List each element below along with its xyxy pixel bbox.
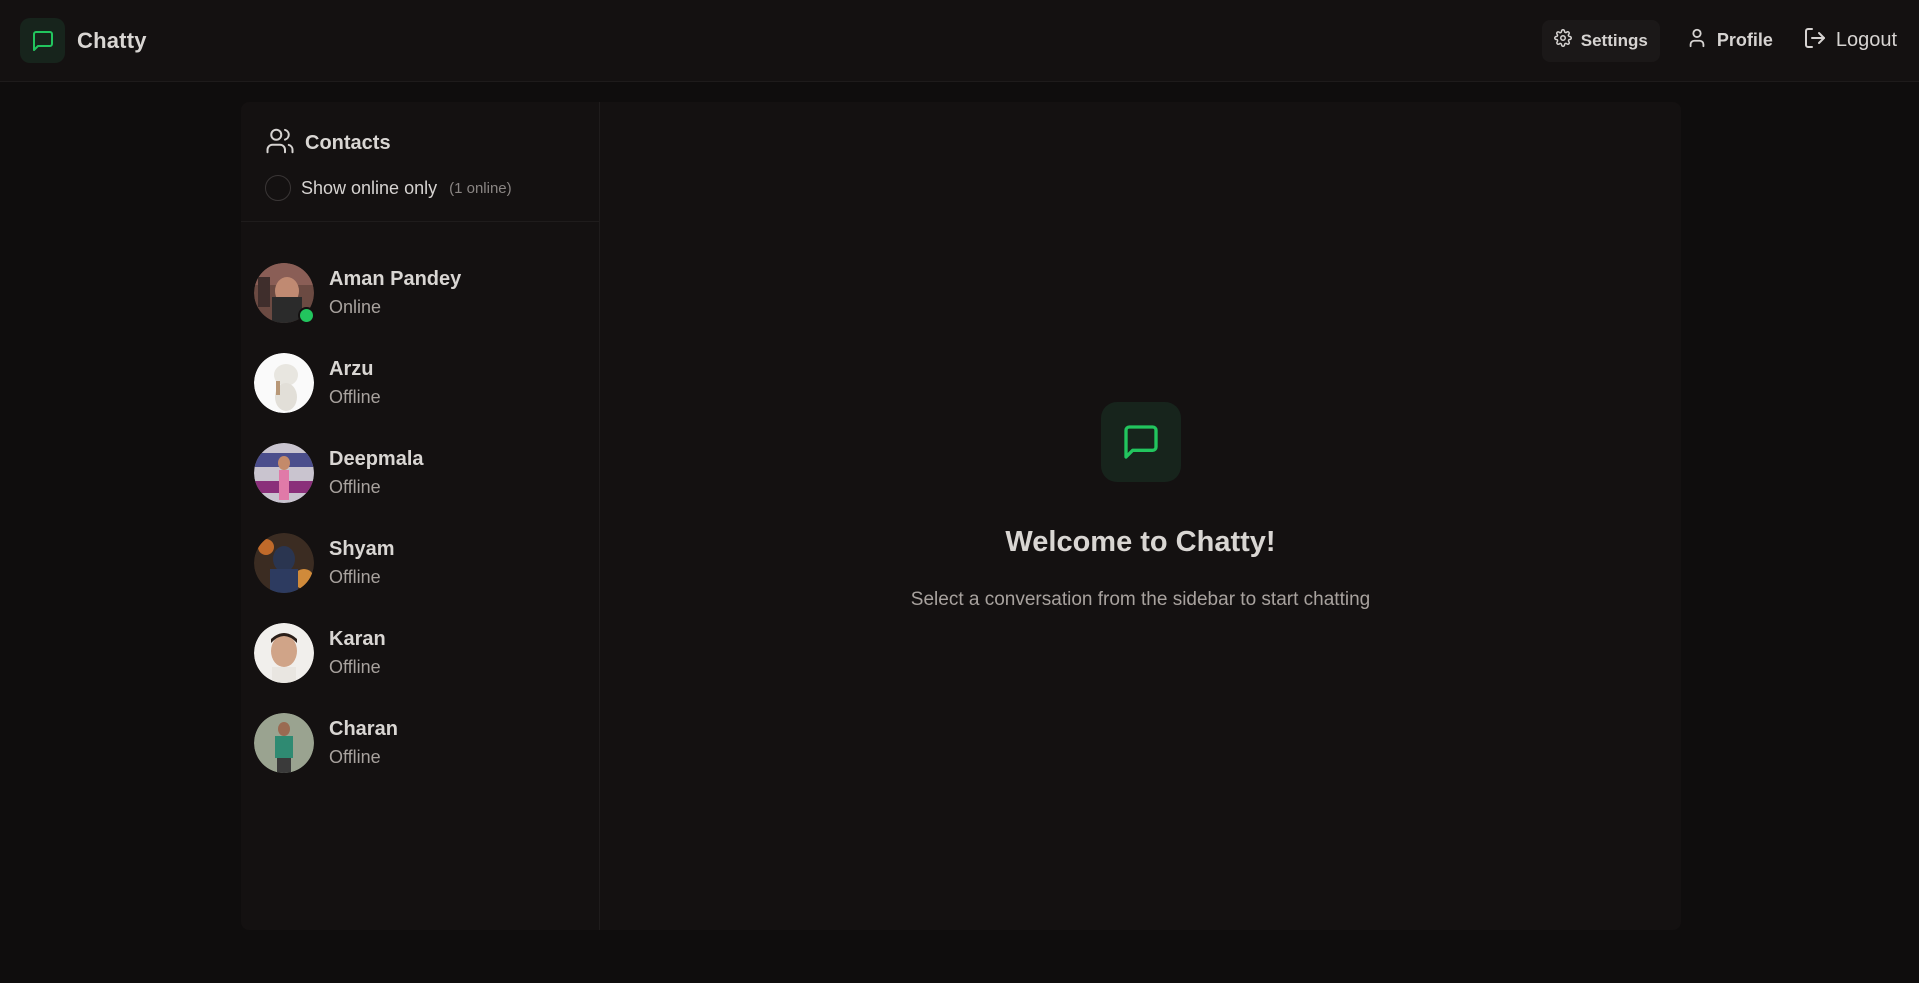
gear-icon (1553, 29, 1572, 52)
avatar (254, 353, 314, 413)
contact-item[interactable]: Shyam Offline (241, 518, 599, 608)
contact-info: Shyam Offline (329, 538, 395, 588)
show-online-checkbox[interactable] (265, 175, 291, 201)
contacts-title: Contacts (305, 132, 391, 154)
contact-status: Offline (329, 387, 381, 407)
contact-name: Shyam (329, 538, 395, 560)
settings-label: Settings (1580, 30, 1648, 50)
chat-bubble-icon (1100, 402, 1181, 482)
contact-status: Offline (329, 567, 381, 587)
contact-name: Aman Pandey (329, 268, 462, 290)
online-indicator (298, 307, 315, 324)
sidebar-header: Contacts Show online only (1 online) (241, 102, 599, 222)
avatar (254, 533, 314, 593)
settings-button[interactable]: Settings (1541, 19, 1660, 62)
contact-item[interactable]: Karan Offline (241, 608, 599, 698)
navbar: Chatty Settings Profile Logout (0, 0, 1919, 82)
contacts-heading: Contacts (265, 126, 579, 161)
sidebar: Contacts Show online only (1 online) Ama… (241, 102, 600, 930)
logout-button[interactable]: Logout (1799, 20, 1901, 62)
contact-name: Karan (329, 628, 386, 650)
contact-status: Online (329, 297, 382, 317)
profile-button[interactable]: Profile (1674, 20, 1785, 62)
avatar (254, 263, 315, 324)
contact-info: Deepmala Offline (329, 448, 424, 498)
contact-name: Charan (329, 718, 398, 740)
profile-label: Profile (1716, 30, 1773, 50)
contact-info: Arzu Offline (329, 358, 381, 408)
avatar (254, 623, 314, 683)
nav-actions: Settings Profile Logout (1541, 19, 1901, 62)
contact-status: Offline (329, 477, 381, 497)
users-icon (265, 126, 295, 161)
logout-icon (1803, 26, 1827, 56)
contact-item[interactable]: Aman Pandey Online (241, 248, 599, 338)
contact-status: Offline (329, 747, 381, 767)
contact-status: Offline (329, 657, 381, 677)
welcome-subtitle: Select a conversation from the sidebar t… (910, 589, 1371, 610)
contact-list: Aman Pandey Online Arzu Offline Deepmala… (241, 222, 599, 788)
no-chat-selected: Welcome to Chatty! Select a conversation… (600, 102, 1681, 930)
avatar (254, 443, 314, 503)
contact-item[interactable]: Charan Offline (241, 698, 599, 788)
welcome-title: Welcome to Chatty! (1005, 526, 1276, 558)
show-online-toggle[interactable]: Show online only (1 online) (265, 175, 579, 201)
contact-item[interactable]: Deepmala Offline (241, 428, 599, 518)
contact-item[interactable]: Arzu Offline (241, 338, 599, 428)
contact-name: Deepmala (329, 448, 424, 470)
logout-label: Logout (1835, 29, 1897, 51)
avatar (254, 713, 314, 773)
user-icon (1686, 27, 1708, 54)
app-name: Chatty (77, 27, 147, 53)
main-panel: Contacts Show online only (1 online) Ama… (241, 102, 1681, 930)
contact-info: Aman Pandey Online (329, 268, 461, 318)
brand[interactable]: Chatty (20, 18, 147, 63)
show-online-label: Show online only (301, 177, 438, 198)
contact-info: Charan Offline (329, 718, 398, 768)
contact-info: Karan Offline (329, 628, 386, 678)
chat-bubble-icon (20, 18, 65, 63)
contact-name: Arzu (329, 358, 374, 380)
online-count: (1 online) (449, 179, 512, 197)
